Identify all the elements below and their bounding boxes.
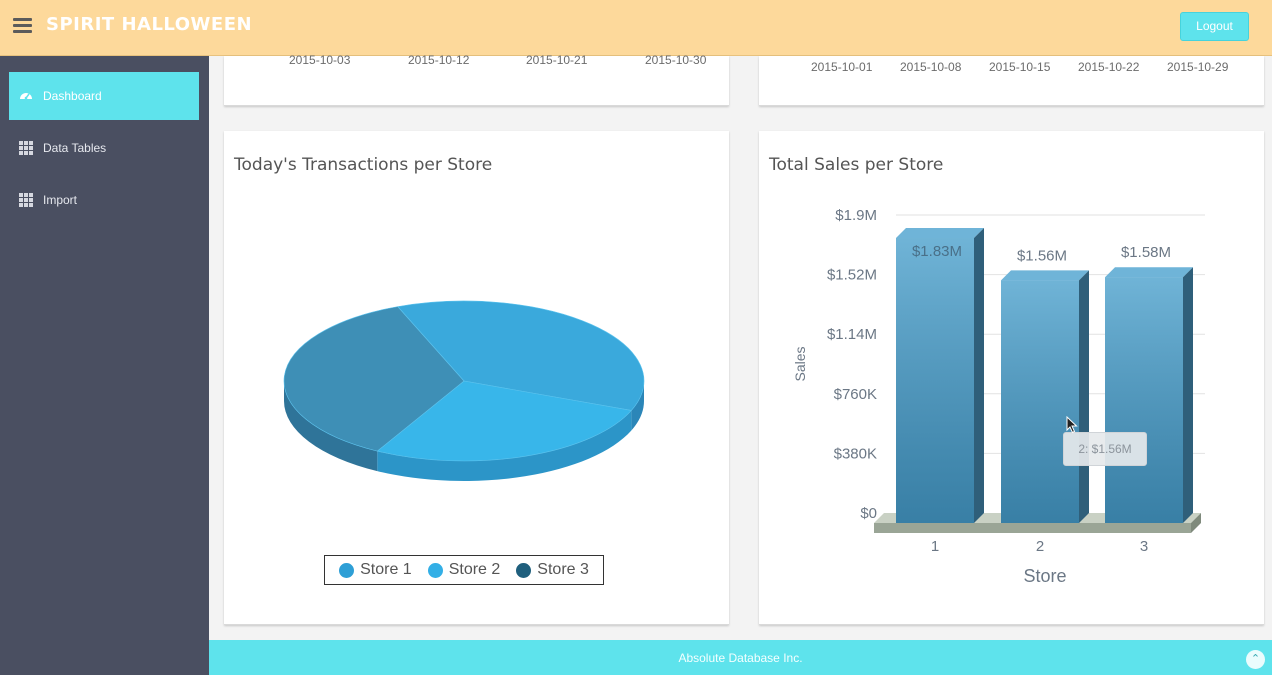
legend-label: Store 3 (537, 561, 589, 578)
top-right-chart-card: 2015-10-01 2015-10-08 2015-10-15 2015-10… (759, 56, 1264, 106)
x-axis-label: Store (1023, 566, 1066, 586)
x-tick-label: 1 (931, 538, 939, 555)
y-tick-label: $1.14M (827, 326, 877, 343)
sidebar-item-import[interactable]: Import (9, 176, 199, 224)
pie-legend-icon (516, 562, 532, 578)
bar-front-shade (896, 237, 974, 523)
sidebar-item-label: Import (43, 193, 78, 207)
x-tick-label: 2015-10-03 (289, 53, 351, 67)
legend-item-store-2[interactable]: Store 2 (427, 561, 501, 579)
legend-label: Store 2 (448, 561, 501, 578)
y-tick-label: $1.52M (827, 267, 877, 284)
bar-side (1079, 270, 1089, 523)
pie-legend-icon (427, 562, 443, 578)
menu-toggle-icon[interactable] (13, 18, 32, 34)
x-tick-label: 2015-10-21 (526, 53, 588, 67)
y-tick-label: $380K (834, 445, 877, 462)
pie-legend: Store 1 Store 2 Store 3 (324, 555, 604, 585)
x-tick-label: 2015-10-30 (645, 53, 707, 67)
grid-icon (19, 193, 33, 207)
top-header: SPIRIT HALLOWEEN Logout (0, 0, 1272, 56)
bar-data-label: $1.58M (1121, 244, 1171, 261)
x-tick-label: 2 (1036, 538, 1044, 555)
sidebar-item-dashboard[interactable]: Dashboard (9, 72, 199, 120)
sidebar-item-data-tables[interactable]: Data Tables (9, 124, 199, 172)
legend-item-store-1[interactable]: Store 1 (339, 561, 412, 579)
transactions-pie-card: Today's Transactions per Store Store 1 S… (224, 131, 729, 625)
top-left-chart-card: 2015-10-03 2015-10-12 2015-10-21 2015-10… (224, 53, 729, 106)
x-tick-label: 2015-10-01 (811, 60, 873, 74)
sidebar-item-label: Data Tables (43, 141, 107, 155)
bar-top (1105, 267, 1193, 278)
y-tick-label: $1.9M (835, 207, 877, 224)
pie-legend-icon (339, 562, 355, 578)
bar-side (974, 227, 984, 523)
logout-button[interactable]: Logout (1180, 12, 1249, 41)
sidebar: Dashboard Data Tables Import (0, 56, 209, 675)
legend-label: Store 1 (360, 561, 412, 578)
x-tick-label: 2015-10-22 (1078, 60, 1140, 74)
bar-side (1183, 267, 1193, 523)
chart-tooltip: 2: $1.56M (1063, 432, 1147, 466)
bar-chart: $0 $380K $760K $1.14M $1.52M $1.9M $1.83M 1 $1.5… (792, 207, 1205, 586)
x-tick-label: 2015-10-12 (408, 53, 470, 67)
legend-item-store-3[interactable]: Store 3 (516, 561, 589, 579)
bar-top (896, 227, 984, 238)
x-tick-label: 2015-10-29 (1167, 60, 1229, 74)
bar-top (1001, 270, 1089, 281)
brand-title: SPIRIT HALLOWEEN (46, 14, 253, 35)
bar-data-label: $1.56M (1017, 247, 1067, 264)
mouse-cursor-icon (1066, 416, 1078, 434)
y-axis-label: Sales (792, 346, 808, 381)
sales-bar-card: Total Sales per Store $0 $380K $760K $1.14M… (759, 131, 1264, 625)
x-tick-label: 2015-10-15 (989, 60, 1051, 74)
grid-icon (19, 141, 33, 155)
x-tick-label: 2015-10-08 (900, 60, 962, 74)
y-tick-label: $0 (860, 505, 877, 522)
bar-front-shade (1001, 280, 1079, 523)
footer: Absolute Database Inc. (209, 640, 1272, 675)
bar-front-shade (1105, 277, 1183, 523)
bar-data-label: $1.83M (912, 243, 962, 260)
x-tick-label: 3 (1140, 538, 1148, 555)
chevron-up-icon[interactable]: ⌃ (1246, 650, 1265, 669)
chart-floor-front (874, 523, 1191, 533)
pie-chart (283, 300, 645, 481)
dashboard-icon (19, 89, 33, 103)
sidebar-item-label: Dashboard (43, 89, 102, 103)
y-tick-label: $760K (834, 386, 877, 403)
